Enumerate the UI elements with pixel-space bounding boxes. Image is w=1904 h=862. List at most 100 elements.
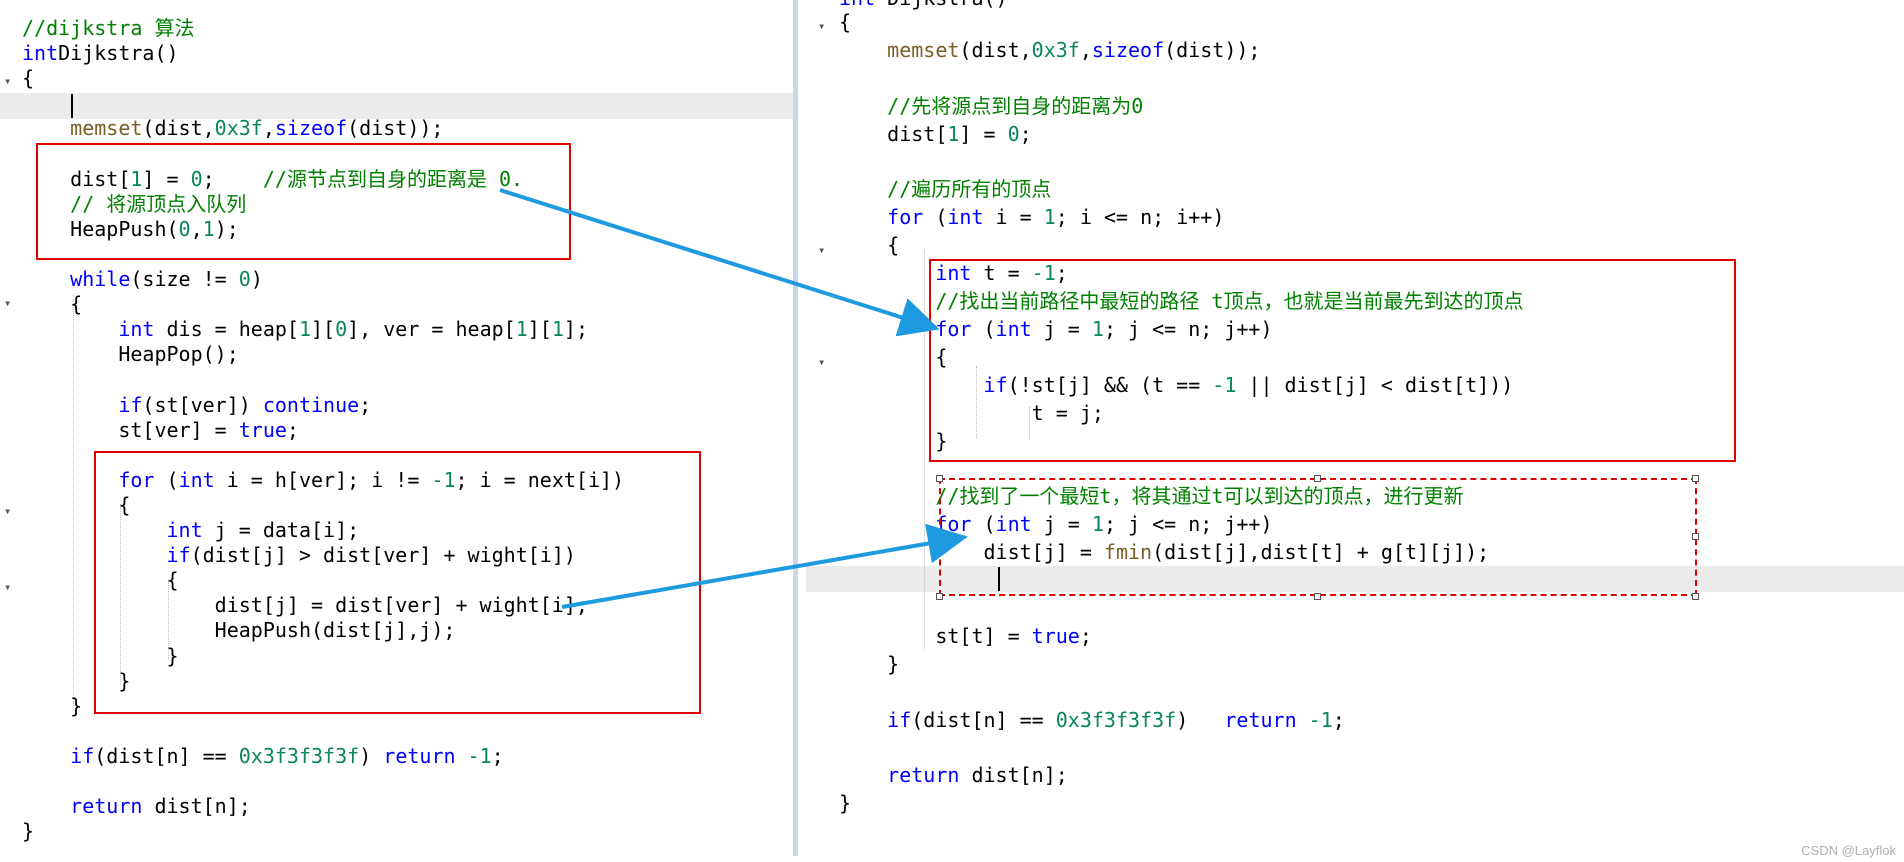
code-token: ; [1079, 623, 1092, 648]
annotation-box-relax-loop [94, 451, 701, 714]
code-line[interactable]: { [22, 66, 34, 91]
code-keyword: if [118, 392, 143, 417]
fold-toggle-icon[interactable]: ▾ [4, 296, 11, 310]
partial-header-line: int Dijkstra() [839, 0, 1008, 11]
code-line[interactable]: memset(dist,0x3f,sizeof(dist)); [22, 116, 443, 141]
code-token: 1 [947, 121, 960, 146]
code-line[interactable]: { [22, 292, 82, 317]
resize-handle[interactable] [936, 533, 943, 540]
text-caret [71, 94, 73, 118]
code-token: ][ [527, 317, 552, 342]
code-line[interactable]: } [22, 819, 34, 844]
code-keyword: int [118, 317, 155, 342]
code-token: memset [887, 37, 960, 62]
code-line[interactable]: HeapPop(); [22, 342, 238, 367]
code-token: } [22, 693, 83, 718]
code-line[interactable]: //遍历所有的顶点 [839, 177, 1051, 202]
resize-handle[interactable] [1314, 475, 1321, 482]
code-line[interactable]: for (int i = 1; i <= n; i++) [839, 205, 1224, 230]
fold-toggle-icon[interactable]: ▾ [4, 74, 11, 88]
code-line[interactable]: int dis = heap[1][0], ver = heap[1][1]; [22, 317, 588, 342]
code-token: 1 [1043, 205, 1056, 230]
code-line[interactable]: memset(dist,0x3f,sizeof(dist)); [839, 38, 1260, 63]
code-line[interactable]: st[ver] = true; [22, 418, 299, 443]
code-token: ], ver = heap[ [347, 317, 516, 342]
code-line[interactable]: return dist[n]; [839, 763, 1068, 788]
code-token: } [839, 651, 900, 676]
code-line[interactable]: //先将源点到自身的距离为0 [839, 94, 1143, 119]
code-token: st[ver] = [22, 417, 239, 442]
code-token: (dist[n] == [94, 743, 239, 768]
code-line[interactable]: { [839, 233, 899, 258]
code-token: ; [359, 392, 372, 417]
fold-toggle-icon[interactable]: ▾ [818, 243, 825, 257]
code-token: st[t] = [839, 623, 1032, 648]
code-line[interactable]: intDijkstra() [22, 41, 179, 66]
left-code-panel: ▾ ▾ ▾ ▾ //dijkstra 算法 intDijkstra(){ mems… [0, 0, 798, 856]
code-line[interactable]: if(dist[n] == 0x3f3f3f3f) return -1; [22, 744, 504, 769]
code-token: dist[n]; [959, 763, 1068, 788]
watermark: CSDN @Layflok [1801, 843, 1896, 858]
code-line[interactable]: return dist[n]; [22, 794, 251, 819]
resize-handle[interactable] [1692, 533, 1699, 540]
code-token: { [22, 292, 83, 317]
code-line[interactable]: dist[1] = 0; [839, 122, 1032, 147]
fold-toggle-icon[interactable]: ▾ [818, 19, 825, 33]
right-code-panel: int Dijkstra() ▾ ▾ ▾ { memset(dist,0x3f,… [806, 0, 1904, 862]
code-keyword: continue [262, 392, 360, 417]
code-token: Dijkstra() [58, 41, 179, 66]
code-token: ] = [959, 121, 1008, 146]
code-token: 0x3f3f3f3f [1055, 707, 1177, 732]
fold-toggle-icon[interactable]: ▾ [4, 504, 11, 518]
fold-toggle-icon[interactable]: ▾ [4, 580, 11, 594]
current-line-highlight [0, 93, 793, 119]
code-token: ; [491, 743, 504, 768]
code-keyword: if [70, 743, 95, 768]
resize-handle[interactable] [1314, 593, 1321, 600]
code-line[interactable]: //dijkstra 算法 [22, 16, 194, 41]
resize-handle[interactable] [1692, 593, 1699, 600]
code-token: (dist, [959, 37, 1032, 62]
code-token: dist[ [839, 121, 948, 146]
code-token: { [839, 10, 852, 34]
code-token: 0x3f [1031, 37, 1080, 62]
annotation-box-find-min [929, 259, 1736, 462]
code-token: 0 [1007, 121, 1020, 146]
code-comment: //dijkstra 算法 [22, 16, 195, 40]
code-line[interactable]: if(dist[n] == 0x3f3f3f3f) return -1; [839, 708, 1345, 733]
code-line[interactable]: st[t] = true; [839, 624, 1092, 649]
code-line[interactable]: { [839, 10, 851, 35]
code-line[interactable]: } [22, 694, 82, 719]
code-keyword: int [22, 41, 59, 66]
fold-toggle-icon[interactable]: ▾ [818, 355, 825, 369]
resize-handle[interactable] [1692, 475, 1699, 482]
code-line[interactable]: while(size != 0) [22, 267, 263, 292]
code-keyword: sizeof [274, 116, 348, 141]
code-token: memset [70, 116, 143, 141]
resize-handle[interactable] [936, 593, 943, 600]
code-token: (dist)); [1164, 37, 1261, 62]
code-comment: //先将源点到自身的距离为0 [887, 93, 1144, 118]
code-token: (size != [130, 267, 239, 291]
code-line[interactable]: } [839, 652, 899, 677]
annotation-box-update[interactable] [939, 478, 1697, 596]
code-line[interactable]: if(st[ver]) continue; [22, 393, 371, 418]
code-token: 0x3f [214, 116, 263, 141]
code-token: dis = heap[ [154, 317, 299, 342]
code-token: ) [359, 743, 384, 768]
code-line[interactable]: } [839, 791, 851, 816]
resize-handle[interactable] [936, 475, 943, 482]
code-keyword: sizeof [1091, 37, 1165, 62]
code-token: { [22, 66, 35, 91]
